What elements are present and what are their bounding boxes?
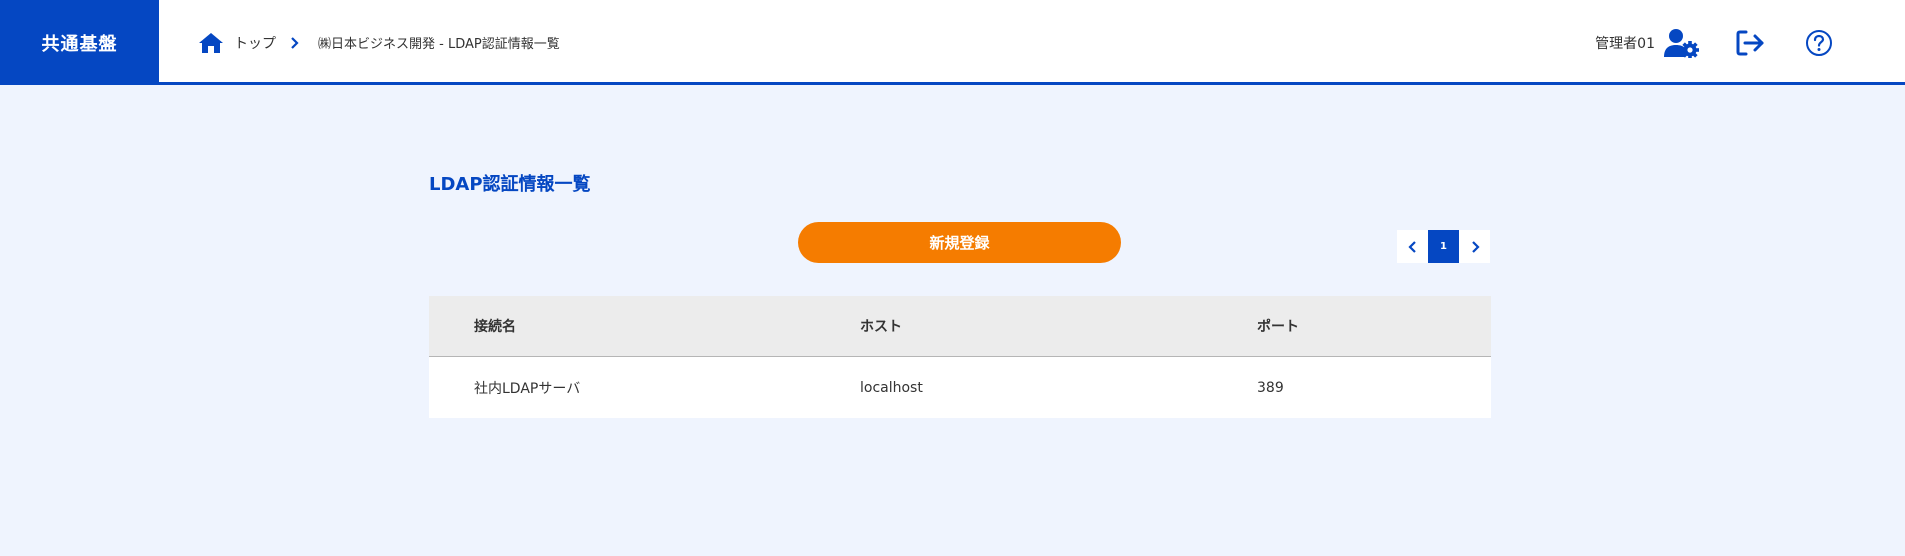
chevron-left-icon [1407,240,1416,253]
breadcrumb: トップ ㈱日本ビジネス開発 - LDAP認証情報一覧 [198,0,560,85]
column-header-host[interactable]: ホスト [860,296,1257,357]
table-header-row: 接続名 ホスト ポート [429,296,1491,357]
logout-icon[interactable] [1735,29,1767,57]
cell-connection-name[interactable]: 社内LDAPサーバ [429,356,860,418]
ldap-table: 接続名 ホスト ポート 社内LDAPサーバ localhost 389 [429,296,1491,418]
pagination: 1 [1397,230,1490,263]
header: 共通基盤 トップ ㈱日本ビジネス開発 - LDAP認証情報一覧 管理者01 [0,0,1905,85]
new-registration-button[interactable]: 新規登録 [798,222,1121,263]
help-icon[interactable] [1805,29,1833,57]
brand-logo[interactable]: 共通基盤 [0,0,159,85]
column-header-connection-name[interactable]: 接続名 [429,296,860,357]
pagination-page-current[interactable]: 1 [1428,230,1459,263]
user-gear-icon[interactable] [1663,28,1699,58]
table-row[interactable]: 社内LDAPサーバ localhost 389 [429,356,1491,418]
page-title: LDAP認証情報一覧 [429,174,591,195]
column-header-port[interactable]: ポート [1257,296,1491,357]
breadcrumb-current: ㈱日本ビジネス開発 - LDAP認証情報一覧 [318,37,560,52]
breadcrumb-home-link[interactable]: トップ [234,33,276,53]
chevron-right-icon [290,36,300,50]
header-actions: 管理者01 [1595,0,1905,85]
home-icon[interactable] [198,31,224,55]
chevron-right-icon [1471,240,1480,253]
cell-port: 389 [1257,356,1491,418]
cell-host: localhost [860,356,1257,418]
pagination-prev[interactable] [1397,230,1428,263]
user-name: 管理者01 [1595,35,1655,52]
pagination-next[interactable] [1459,230,1490,263]
